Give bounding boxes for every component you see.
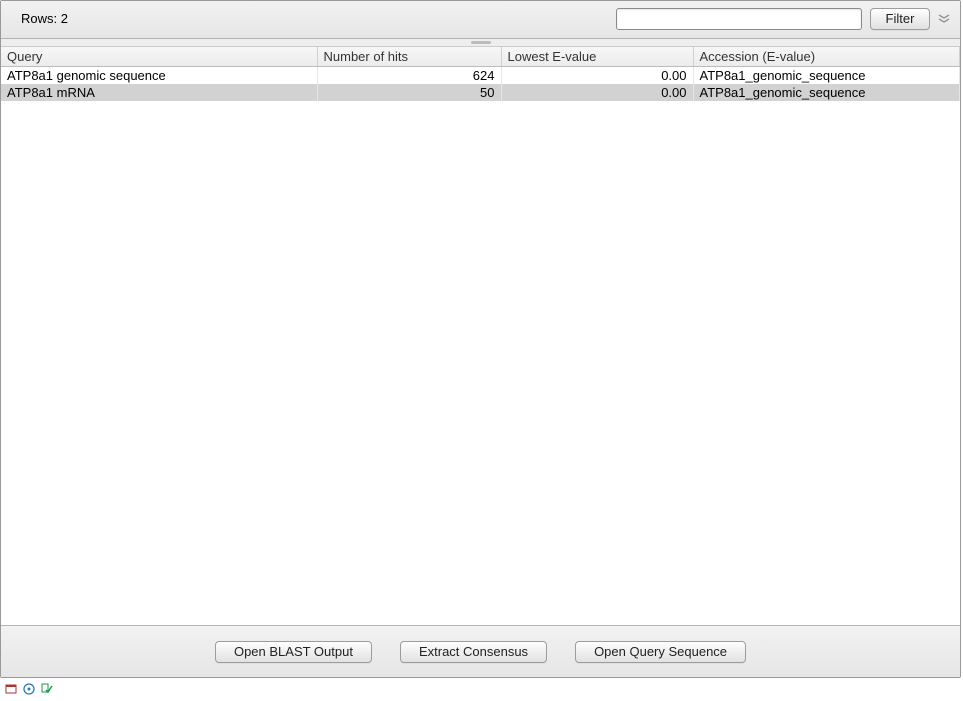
header-hits[interactable]: Number of hits [317, 47, 501, 67]
splitter-grip[interactable] [1, 39, 960, 47]
cell-hits: 50 [317, 84, 501, 101]
results-table: Query Number of hits Lowest E-value Acce… [1, 47, 960, 101]
cell-evalue: 0.00 [501, 84, 693, 101]
table-header-row: Query Number of hits Lowest E-value Acce… [1, 47, 960, 67]
open-query-sequence-button[interactable]: Open Query Sequence [575, 641, 746, 663]
main-panel: Rows: 2 Filter Query Number of hits Lowe… [0, 0, 961, 678]
cell-evalue: 0.00 [501, 67, 693, 85]
header-accession[interactable]: Accession (E-value) [693, 47, 960, 67]
menu-dropdown-icon[interactable] [936, 14, 952, 24]
open-blast-output-button[interactable]: Open BLAST Output [215, 641, 372, 663]
cell-accession: ATP8a1_genomic_sequence [693, 84, 960, 101]
header-evalue[interactable]: Lowest E-value [501, 47, 693, 67]
filter-input[interactable] [616, 8, 862, 30]
top-bar: Rows: 2 Filter [1, 1, 960, 39]
status-icon-1[interactable] [4, 682, 18, 696]
extract-consensus-button[interactable]: Extract Consensus [400, 641, 547, 663]
table-area: Query Number of hits Lowest E-value Acce… [1, 47, 960, 625]
cell-query: ATP8a1 mRNA [1, 84, 317, 101]
filter-button[interactable]: Filter [870, 8, 930, 30]
status-icon-2[interactable] [22, 682, 36, 696]
cell-accession: ATP8a1_genomic_sequence [693, 67, 960, 85]
status-icon-3[interactable] [40, 682, 54, 696]
cell-query: ATP8a1 genomic sequence [1, 67, 317, 85]
bottom-bar: Open BLAST Output Extract Consensus Open… [1, 625, 960, 677]
rows-count-label: Rows: 2 [9, 11, 68, 26]
status-bar [0, 678, 963, 698]
header-query[interactable]: Query [1, 47, 317, 67]
table-row[interactable]: ATP8a1 genomic sequence 624 0.00 ATP8a1_… [1, 67, 960, 85]
cell-hits: 624 [317, 67, 501, 85]
table-row[interactable]: ATP8a1 mRNA 50 0.00 ATP8a1_genomic_seque… [1, 84, 960, 101]
